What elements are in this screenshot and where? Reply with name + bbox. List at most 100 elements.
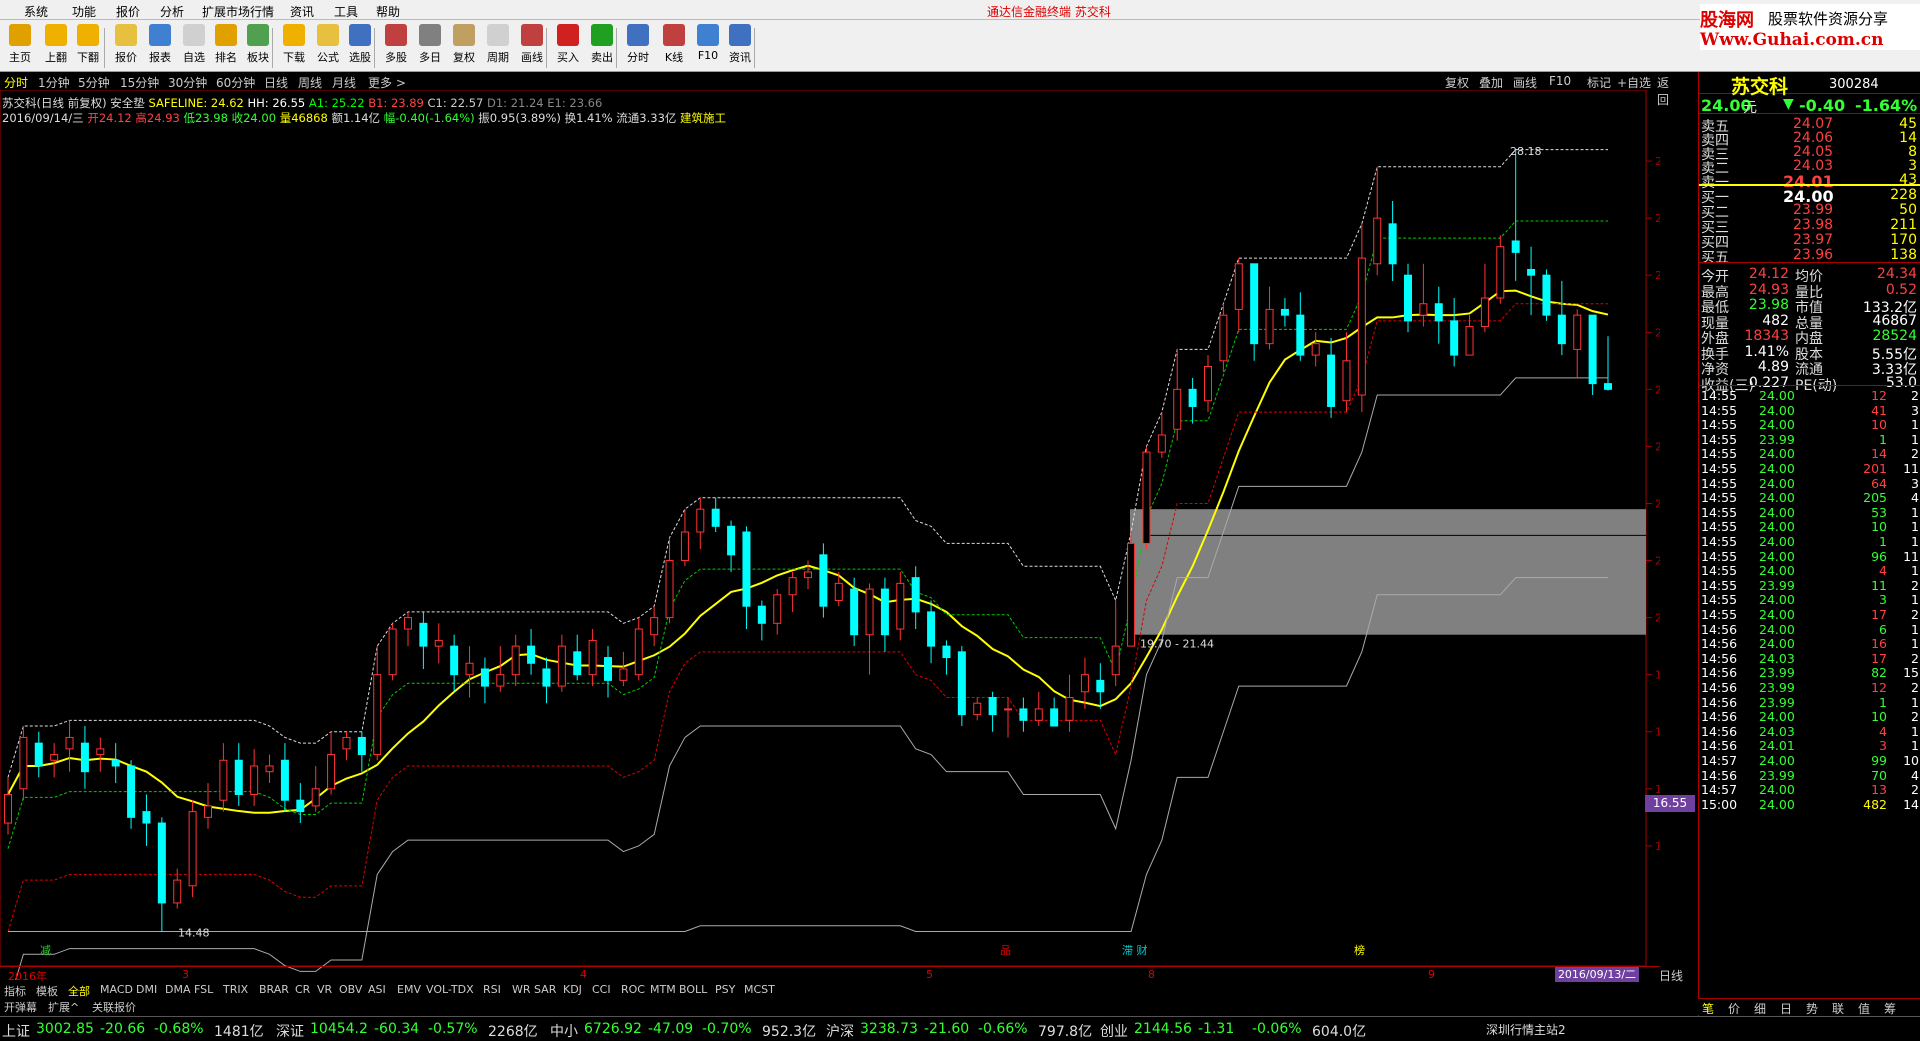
indicator-tab[interactable]: CCI bbox=[592, 983, 611, 996]
period-tab[interactable]: 15分钟 bbox=[120, 74, 159, 91]
ask-row[interactable]: 卖五 24.07 45 bbox=[1699, 116, 1920, 135]
toolbar-button-4[interactable]: 报表 bbox=[142, 24, 178, 70]
bid-row[interactable]: 买一 24.00 228 bbox=[1699, 187, 1920, 206]
indicator-tab[interactable]: OBV bbox=[339, 983, 362, 996]
menu-item[interactable]: 帮助 bbox=[376, 3, 400, 20]
toolbar-button-7[interactable]: 板块 bbox=[240, 24, 276, 70]
ask-row[interactable]: 卖三 24.05 8 bbox=[1699, 144, 1920, 163]
indicator-tab[interactable]: KDJ bbox=[563, 983, 582, 996]
indicator-tab[interactable]: VR bbox=[317, 983, 332, 996]
toolbar-button-3[interactable]: 报价 bbox=[108, 24, 144, 70]
toolbar-button-8[interactable]: 下载 bbox=[276, 24, 312, 70]
indicator-tab[interactable]: MACD bbox=[100, 983, 133, 996]
chart-tool-button[interactable]: 复权 bbox=[1445, 74, 1469, 91]
chart-tool-button[interactable]: 标记 bbox=[1587, 74, 1611, 91]
index-name[interactable]: 创业 bbox=[1100, 1021, 1128, 1041]
chart-tool-button[interactable]: +自选 bbox=[1617, 74, 1651, 91]
chart-tool-button[interactable]: F10 bbox=[1549, 74, 1571, 88]
menu-item[interactable]: 资讯 bbox=[290, 3, 314, 20]
indicator-tab[interactable]: MCST bbox=[744, 983, 775, 996]
panel-tab[interactable]: 细 bbox=[1754, 1000, 1766, 1017]
secondary-tab[interactable]: 扩展^ bbox=[48, 999, 79, 1015]
indicator-tab[interactable]: EMV bbox=[397, 983, 421, 996]
panel-tab[interactable]: 笔 bbox=[1702, 1000, 1714, 1017]
toolbar-button-14[interactable]: 周期 bbox=[480, 24, 516, 70]
bid-row[interactable]: 买五 23.96 138 bbox=[1699, 247, 1920, 266]
indicator-tab[interactable]: 模板 bbox=[36, 983, 58, 999]
chart-tool-button[interactable]: 画线 bbox=[1513, 74, 1537, 91]
candlestick-chart[interactable]: 16.00 17.00 18.00 19.00 20.00 21.00 22.00 23.00… bbox=[0, 90, 1660, 980]
period-tab[interactable]: 周线 bbox=[298, 74, 322, 91]
secondary-tab[interactable]: 开弹幕 bbox=[4, 999, 37, 1015]
bid-row[interactable]: 买二 23.99 50 bbox=[1699, 202, 1920, 221]
period-tab[interactable]: 月线 bbox=[332, 74, 356, 91]
panel-tab[interactable]: 价 bbox=[1728, 1000, 1740, 1017]
toolbar-button-0[interactable]: 主页 bbox=[2, 24, 38, 70]
indicator-tab[interactable]: WR bbox=[512, 983, 531, 996]
d1-line bbox=[8, 577, 1608, 932]
period-tab[interactable]: 更多 > bbox=[368, 74, 406, 91]
toolbar-button-17[interactable]: 卖出 bbox=[584, 24, 620, 70]
period-tab[interactable]: 日线 bbox=[264, 74, 288, 91]
toolbar-button-1[interactable]: 上翻 bbox=[38, 24, 74, 70]
index-name[interactable]: 沪深 bbox=[826, 1021, 854, 1041]
indicator-tab[interactable]: 全部 bbox=[68, 983, 90, 999]
toolbar-button-5[interactable]: 自选 bbox=[176, 24, 212, 70]
toolbar-button-20[interactable]: F10 bbox=[690, 24, 726, 70]
bar-sector[interactable]: 建筑施工 bbox=[680, 111, 726, 125]
indicator-tab[interactable]: ASI bbox=[368, 983, 386, 996]
indicator-tab[interactable]: PSY bbox=[715, 983, 735, 996]
indicator-tab[interactable]: DMI bbox=[136, 983, 157, 996]
bid-row[interactable]: 买四 23.97 170 bbox=[1699, 232, 1920, 251]
index-name[interactable]: 深证 bbox=[276, 1021, 304, 1041]
indicator-tab[interactable]: ROC bbox=[621, 983, 645, 996]
toolbar-button-13[interactable]: 复权 bbox=[446, 24, 482, 70]
toolbar-button-11[interactable]: 多股 bbox=[378, 24, 414, 70]
toolbar-button-6[interactable]: 排名 bbox=[208, 24, 244, 70]
indicator-tab[interactable]: BOLL bbox=[679, 983, 707, 996]
toolbar-button-19[interactable]: K线 bbox=[656, 24, 692, 70]
ask-row[interactable]: 卖二 24.03 3 bbox=[1699, 158, 1920, 177]
indicator-tab[interactable]: DMA bbox=[165, 983, 191, 996]
panel-tab[interactable]: 日 bbox=[1780, 1000, 1792, 1017]
toolbar-button-2[interactable]: 下翻 bbox=[70, 24, 106, 70]
toolbar-button-16[interactable]: 买入 bbox=[550, 24, 586, 70]
bid-row[interactable]: 买三 23.98 211 bbox=[1699, 217, 1920, 236]
menu-item[interactable]: 分析 bbox=[160, 3, 184, 20]
indicator-tab[interactable]: CR bbox=[295, 983, 310, 996]
panel-tab[interactable]: 值 bbox=[1858, 1000, 1870, 1017]
period-tab[interactable]: 1分钟 bbox=[38, 74, 70, 91]
index-name[interactable]: 中小 bbox=[550, 1021, 578, 1041]
indicator-tab[interactable]: MTM bbox=[650, 983, 676, 996]
indicator-tab[interactable]: BRAR bbox=[259, 983, 289, 996]
period-tab[interactable]: 60分钟 bbox=[216, 74, 255, 91]
index-name[interactable]: 上证 bbox=[2, 1021, 30, 1041]
toolbar-button-12[interactable]: 多日 bbox=[412, 24, 448, 70]
menu-item[interactable]: 报价 bbox=[116, 3, 140, 20]
indicator-tab[interactable]: SAR bbox=[534, 983, 556, 996]
stat-row: 换手 1.41% 股本 5.55亿 bbox=[1699, 344, 1920, 363]
toolbar-button-9[interactable]: 公式 bbox=[310, 24, 346, 70]
indicator-tab[interactable]: FSL bbox=[194, 983, 213, 996]
toolbar-button-21[interactable]: 资讯 bbox=[722, 24, 758, 70]
ask-row[interactable]: 卖四 24.06 14 bbox=[1699, 130, 1920, 149]
indicator-tab[interactable]: RSI bbox=[483, 983, 501, 996]
menu-item[interactable]: 系统 bbox=[24, 3, 48, 20]
period-tab[interactable]: 分时 bbox=[4, 74, 28, 91]
indicator-tab[interactable]: 指标 bbox=[4, 983, 26, 999]
menu-item[interactable]: 扩展市场行情 bbox=[202, 3, 274, 20]
indicator-tab[interactable]: VOL-TDX bbox=[426, 983, 474, 996]
panel-tab[interactable]: 筹 bbox=[1884, 1000, 1896, 1017]
menu-item[interactable]: 工具 bbox=[334, 3, 358, 20]
toolbar-button-15[interactable]: 画线 bbox=[514, 24, 550, 70]
period-tab[interactable]: 30分钟 bbox=[168, 74, 207, 91]
period-tab[interactable]: 5分钟 bbox=[78, 74, 110, 91]
panel-tab[interactable]: 联 bbox=[1832, 1000, 1844, 1017]
chart-tool-button[interactable]: 叠加 bbox=[1479, 74, 1503, 91]
toolbar-button-10[interactable]: 选股 bbox=[342, 24, 378, 70]
menu-item[interactable]: 功能 bbox=[72, 3, 96, 20]
indicator-tab[interactable]: TRIX bbox=[223, 983, 248, 996]
secondary-tab[interactable]: 关联报价 bbox=[92, 999, 136, 1015]
toolbar-button-18[interactable]: 分时 bbox=[620, 24, 656, 70]
panel-tab[interactable]: 势 bbox=[1806, 1000, 1818, 1017]
